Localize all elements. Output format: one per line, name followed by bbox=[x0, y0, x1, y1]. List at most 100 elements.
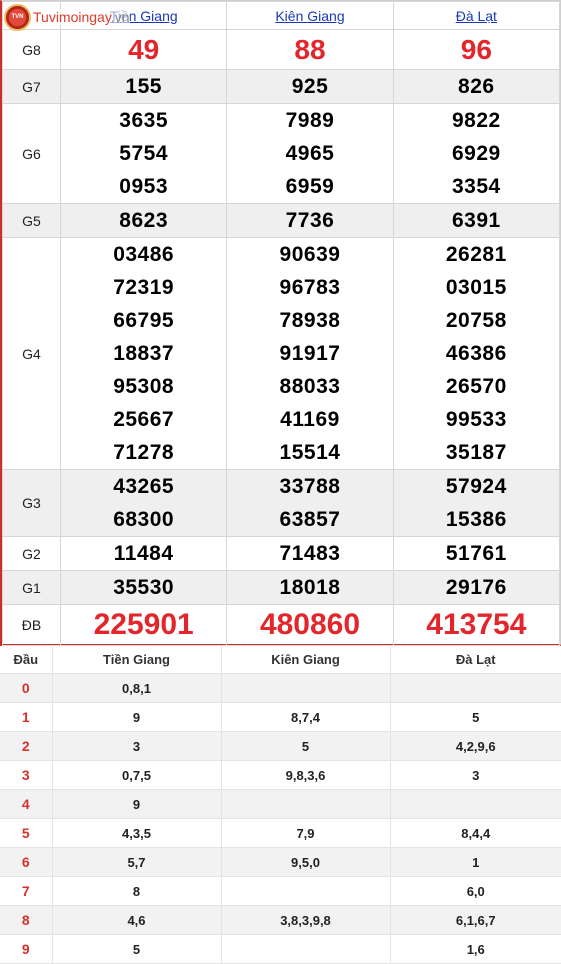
prize-cell: 18018 bbox=[226, 570, 394, 605]
prize-number: 11484 bbox=[113, 542, 174, 565]
dau-header-row: Đầu Tiền Giang Kiên Giang Đà Lạt bbox=[0, 646, 561, 674]
prize-number: 29176 bbox=[445, 576, 507, 599]
prize-number: 90639 bbox=[279, 243, 341, 266]
prize-cell: 49 bbox=[59, 29, 228, 70]
dau-values: 4,3,5 bbox=[51, 818, 221, 848]
prize-number: 6391 bbox=[451, 209, 501, 232]
dau-values: 4,6 bbox=[51, 905, 221, 935]
prize-label: ĐB bbox=[2, 604, 61, 646]
prize-number: 8623 bbox=[119, 209, 169, 232]
prize-number: 4965 bbox=[285, 142, 335, 165]
prize-cell: 8623 bbox=[59, 203, 228, 238]
prize-row: ĐB 225901 480860 413754 bbox=[2, 604, 561, 646]
prize-number: 155 bbox=[125, 75, 162, 98]
dau-header: Kiên Giang bbox=[220, 646, 390, 674]
dau-values: 4,2,9,6 bbox=[389, 731, 561, 761]
prize-number: 15514 bbox=[279, 441, 341, 464]
dau-values bbox=[389, 673, 561, 703]
dau-digit: 0 bbox=[0, 673, 52, 703]
prize-cell: 6391 bbox=[392, 203, 561, 238]
prize-number: 63857 bbox=[279, 508, 341, 531]
prize-number: 5754 bbox=[119, 142, 169, 165]
prize-number: 3635 bbox=[119, 109, 169, 132]
prize-cell: 7989 4965 6959 bbox=[226, 103, 394, 204]
results-panel: Tiền Giang Kiên Giang Đà Lạt G8 49 88 96 G7 1… bbox=[0, 0, 561, 646]
province-header[interactable]: Đà Lạt bbox=[392, 1, 561, 30]
prize-number: 49 bbox=[128, 33, 160, 65]
dau-values: 8,7,4 bbox=[220, 702, 390, 732]
dau-header: Đà Lạt bbox=[389, 646, 561, 674]
prize-number: 20758 bbox=[445, 309, 507, 332]
dau-table: Đầu Tiền Giang Kiên Giang Đà Lạt 0 0,8,1 1… bbox=[0, 646, 561, 964]
prize-cell: 57924 15386 bbox=[392, 469, 561, 537]
prize-row: G7 155 925 826 bbox=[2, 69, 561, 104]
prize-number: 96 bbox=[460, 33, 492, 65]
dau-values: 1,6 bbox=[389, 934, 561, 964]
prize-number: 25667 bbox=[113, 408, 175, 431]
dau-values bbox=[389, 789, 561, 819]
prize-number: 6959 bbox=[285, 175, 335, 198]
dau-row: 9 5 1,6 bbox=[0, 934, 561, 964]
prize-number: 88 bbox=[294, 33, 326, 65]
prize-number: 03486 bbox=[113, 243, 175, 266]
province-link[interactable]: Kiên Giang bbox=[275, 8, 344, 24]
province-link[interactable]: Đà Lạt bbox=[456, 8, 497, 24]
prize-cell: 480860 bbox=[226, 604, 394, 646]
prize-number: 826 bbox=[458, 75, 495, 98]
prize-row: G4 03486 72319 66795 18837 95308 25667 71278 906… bbox=[2, 237, 561, 470]
prize-number: 71278 bbox=[113, 441, 175, 464]
prize-number: 91917 bbox=[279, 342, 341, 365]
dau-values: 0,8,1 bbox=[51, 673, 221, 703]
prize-cell: 11484 bbox=[59, 536, 228, 571]
dau-values: 3 bbox=[51, 731, 221, 761]
dau-values bbox=[220, 934, 390, 964]
prize-label: G3 bbox=[2, 469, 61, 537]
prize-row: G3 43265 68300 33788 63857 57924 15386 bbox=[2, 469, 561, 537]
dau-values: 1 bbox=[389, 847, 561, 877]
dau-digit: 3 bbox=[0, 760, 52, 790]
dau-digit: 4 bbox=[0, 789, 52, 819]
prize-cell: 826 bbox=[392, 69, 561, 104]
prize-number: 33788 bbox=[279, 475, 341, 498]
prize-number: 7989 bbox=[285, 109, 335, 132]
dau-values: 5 bbox=[389, 702, 561, 732]
dau-digit: 9 bbox=[0, 934, 52, 964]
dau-values: 6,0 bbox=[389, 876, 561, 906]
prize-number: 18018 bbox=[279, 576, 341, 599]
dau-row: 0 0,8,1 bbox=[0, 673, 561, 703]
prize-cell: 71483 bbox=[226, 536, 394, 571]
prize-number: 43265 bbox=[113, 475, 175, 498]
dau-values: 3 bbox=[389, 760, 561, 790]
dau-header: Tiền Giang bbox=[51, 646, 221, 674]
dau-row: 3 0,7,5 9,8,3,6 3 bbox=[0, 760, 561, 790]
dau-digit: 7 bbox=[0, 876, 52, 906]
prize-row: G2 11484 71483 51761 bbox=[2, 536, 561, 571]
dau-values: 5 bbox=[51, 934, 221, 964]
dau-values bbox=[220, 673, 390, 703]
dau-values: 9,8,3,6 bbox=[220, 760, 390, 790]
dau-row: 8 4,6 3,8,3,9,8 6,1,6,7 bbox=[0, 905, 561, 935]
prize-table: Tiền Giang Kiên Giang Đà Lạt G8 49 88 96 G7 1… bbox=[2, 1, 561, 646]
prize-cell: 155 bbox=[59, 69, 228, 104]
prize-label: G1 bbox=[2, 570, 61, 605]
dau-values: 6,1,6,7 bbox=[389, 905, 561, 935]
prize-cell: 3635 5754 0953 bbox=[59, 103, 228, 204]
prize-cell: 29176 bbox=[392, 570, 561, 605]
prize-label: G6 bbox=[2, 103, 61, 204]
prize-row: G1 35530 18018 29176 bbox=[2, 570, 561, 605]
logo-text: Tuvimoingay.vn bbox=[33, 9, 130, 25]
dau-row: 7 8 6,0 bbox=[0, 876, 561, 906]
site-logo[interactable]: TVN Tuvimoingay.vn bbox=[4, 3, 130, 31]
prize-number: 480860 bbox=[259, 608, 361, 641]
dau-values: 8 bbox=[51, 876, 221, 906]
prize-cell: 925 bbox=[226, 69, 394, 104]
prize-number: 41169 bbox=[280, 408, 340, 431]
province-header[interactable]: Kiên Giang bbox=[226, 1, 394, 30]
prize-number: 26570 bbox=[445, 375, 507, 398]
prize-number: 35530 bbox=[113, 576, 175, 599]
dau-header: Đầu bbox=[0, 646, 52, 674]
dau-values: 3,8,3,9,8 bbox=[220, 905, 390, 935]
prize-label: G7 bbox=[2, 69, 61, 104]
dau-values: 5 bbox=[220, 731, 390, 761]
prize-number: 6929 bbox=[451, 142, 501, 165]
